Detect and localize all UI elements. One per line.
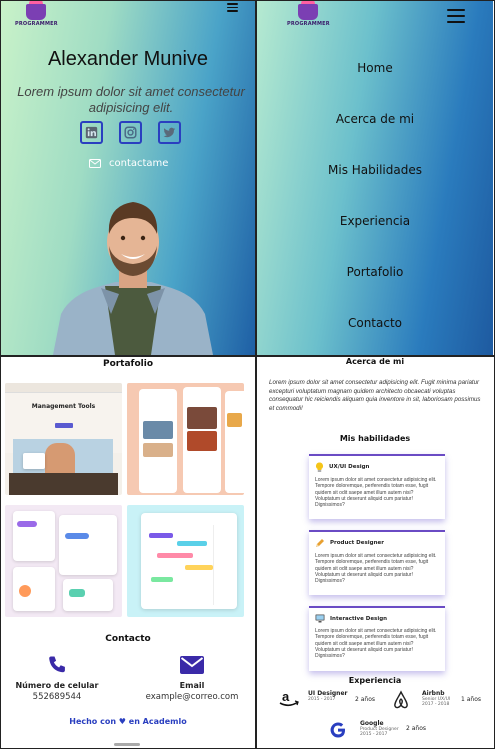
amazon-logo-icon: a (278, 689, 300, 712)
hero-panel: PROGRAMMER Alexander Munive Lorem ipsum … (1, 0, 255, 355)
menu-item-about[interactable]: Acerca de mi (257, 112, 493, 126)
linkedin-icon[interactable] (80, 121, 103, 144)
experience-title: Experiencia (348, 676, 402, 685)
experience-dates: Senior UX/UI 2017 - 2018 (422, 697, 451, 707)
portfolio-thumb-dashboard-ui[interactable] (5, 505, 122, 617)
about-skills-panel: Acerca de mi Lorem ipsum dolor sit amet … (257, 357, 493, 747)
experience-duration: 2 años (406, 725, 427, 732)
experience-role: Google (360, 720, 384, 727)
portfolio-contact-panel: Portafolio Management Tools Contacto Núm… (1, 357, 255, 747)
hero-name: Alexander Munive (47, 48, 209, 70)
svg-text:a: a (282, 690, 290, 704)
skill-card-title: Interactive Design (330, 615, 388, 622)
portfolio-title: Portafolio (102, 359, 154, 369)
brand-logo[interactable]: PROGRAMMER (287, 0, 330, 27)
menu-item-experience[interactable]: Experiencia (257, 214, 493, 228)
experience-dates: 2015 - 2017 (308, 697, 336, 702)
skill-card-title: Product Designer (330, 540, 384, 546)
airbnb-logo-icon (391, 690, 411, 714)
email-label: Email (179, 681, 205, 690)
contact-phone[interactable]: Número de celular 552689544 (3, 655, 111, 702)
experience-duration: 2 años (355, 696, 376, 703)
pencil-icon (316, 539, 324, 547)
hero-tagline: Lorem ipsum dolor sit amet consectetur a… (17, 84, 245, 115)
logo-text: PROGRAMMER (287, 21, 330, 27)
panel-divider-vertical (255, 0, 257, 749)
email-icon (180, 656, 204, 674)
hamburger-menu-icon[interactable] (227, 3, 238, 12)
lightbulb-icon (315, 462, 324, 472)
instagram-icon[interactable] (119, 121, 142, 144)
logo-cup-icon (298, 0, 319, 20)
experience-dates: Product Designer 2015 - 2017 (360, 727, 399, 737)
google-logo-icon (328, 720, 348, 744)
skills-title: Mis habilidades (339, 434, 411, 443)
experience-item-airbnb: Airbnb Senior UX/UI 2017 - 2018 (422, 690, 460, 707)
logo-cup-icon (26, 0, 47, 20)
nav-menu-panel: PROGRAMMER Home Acerca de mi Mis Habilid… (257, 0, 493, 355)
phone-label: Número de celular (15, 681, 99, 690)
thumb-caption: Management Tools (31, 403, 96, 410)
experience-item-amazon: UI Designer 2015 - 2017 (308, 690, 347, 702)
contact-email[interactable]: Email example@correo.com (137, 655, 247, 702)
made-with-footer: Hecho con ♥ en Academlo (69, 717, 187, 726)
contact-me-link[interactable]: contactame (89, 158, 168, 169)
brand-logo[interactable]: PROGRAMMER (15, 0, 58, 27)
panel-divider-horizontal (0, 355, 495, 357)
experience-role: UI Designer (308, 690, 348, 697)
portfolio-thumb-travel-app[interactable] (127, 383, 244, 495)
contact-me-label: contactame (109, 158, 169, 169)
phone-icon (49, 656, 65, 673)
portfolio-thumb-calendar-app[interactable] (127, 505, 244, 617)
about-title: Acerca de mi (345, 357, 405, 366)
skill-card-body: Lorem ipsum dolor sit amet consectetur a… (315, 553, 437, 585)
portfolio-thumb-management[interactable]: Management Tools (5, 383, 122, 495)
experience-role: Airbnb (422, 690, 445, 697)
phone-value: 552689544 (32, 692, 82, 702)
skill-card-product[interactable]: Product Designer Lorem ipsum dolor sit a… (309, 530, 445, 595)
menu-item-portfolio[interactable]: Portafolio (257, 265, 493, 279)
hamburger-menu-icon[interactable] (447, 9, 465, 23)
profile-photo (53, 202, 213, 355)
skill-card-body: Lorem ipsum dolor sit amet consectetur a… (315, 628, 437, 660)
about-text: Lorem ipsum dolor sit amet consectetur a… (269, 379, 481, 412)
experience-duration: 1 años (461, 696, 482, 703)
experience-item-google: Google Product Designer 2015 - 2017 (360, 720, 402, 737)
contact-title: Contacto (105, 634, 151, 644)
menu-item-contact[interactable]: Contacto (257, 316, 493, 330)
skill-card-title: UX/UI Design (329, 464, 370, 470)
skill-card-uxui[interactable]: UX/UI Design Lorem ipsum dolor sit amet … (309, 454, 445, 519)
skill-card-body: Lorem ipsum dolor sit amet consectetur a… (315, 477, 437, 509)
menu-item-skills[interactable]: Mis Habilidades (257, 163, 493, 177)
monitor-icon (315, 614, 325, 623)
scroll-indicator (114, 743, 140, 746)
mail-icon (89, 159, 101, 168)
skill-card-interactive[interactable]: Interactive Design Lorem ipsum dolor sit… (309, 606, 445, 671)
twitter-icon[interactable] (158, 121, 181, 144)
menu-item-home[interactable]: Home (257, 61, 493, 75)
email-value: example@correo.com (145, 692, 239, 702)
logo-text: PROGRAMMER (15, 21, 58, 27)
